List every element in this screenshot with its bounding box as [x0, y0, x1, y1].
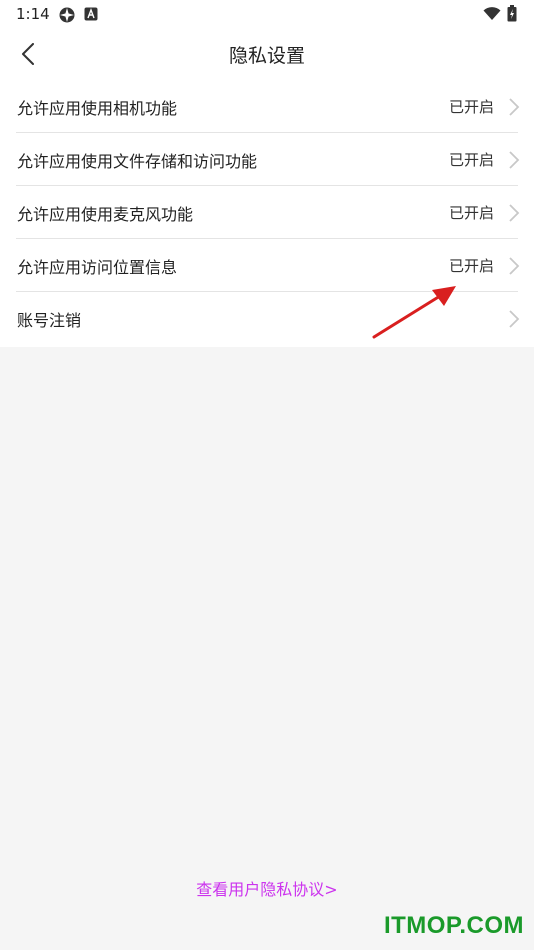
app-notification-icon [84, 7, 98, 21]
chevron-right-icon [509, 151, 520, 169]
battery-charging-icon [507, 5, 517, 22]
privacy-policy-link[interactable]: 查看用户隐私协议> [0, 876, 534, 900]
chevron-right-icon [509, 98, 520, 116]
setting-status: 已开启 [448, 98, 494, 116]
setting-status: 已开启 [448, 151, 494, 169]
setting-label: 允许应用访问位置信息 [17, 257, 178, 277]
nav-bar: 隐私设置 [0, 28, 534, 80]
setting-microphone[interactable]: 允许应用使用麦克风功能 已开启 [0, 186, 534, 239]
chevron-right-icon [509, 310, 520, 328]
status-time: 1:14 [16, 5, 50, 23]
setting-status: 已开启 [448, 257, 494, 275]
watermark-logo: ITMOP.COM [383, 912, 524, 939]
page-title: 隐私设置 [228, 45, 305, 67]
setting-status: 已开启 [448, 204, 494, 222]
annotation-arrow-icon [372, 286, 456, 339]
settings-gear-icon [59, 7, 75, 23]
setting-label: 允许应用使用麦克风功能 [17, 204, 194, 224]
chevron-right-icon [509, 204, 520, 222]
status-bar: 1:14 [0, 0, 534, 28]
setting-camera[interactable]: 允许应用使用相机功能 已开启 [0, 80, 534, 133]
setting-storage[interactable]: 允许应用使用文件存储和访问功能 已开启 [0, 133, 534, 186]
setting-label: 账号注销 [17, 310, 82, 330]
chevron-right-icon [509, 257, 520, 275]
setting-label: 允许应用使用相机功能 [17, 98, 178, 118]
wifi-icon [483, 7, 501, 20]
setting-label: 允许应用使用文件存储和访问功能 [17, 151, 258, 171]
